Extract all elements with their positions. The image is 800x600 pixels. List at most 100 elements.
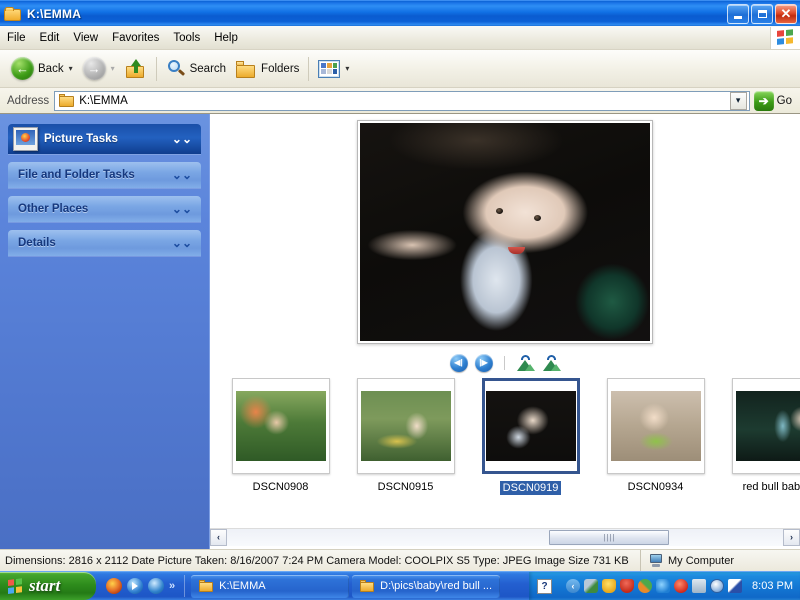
- pen-icon[interactable]: [728, 579, 743, 593]
- toolbar-separator-1: [155, 56, 157, 81]
- clock-icon[interactable]: [710, 579, 725, 593]
- scrollbar-track[interactable]: ||||: [227, 528, 783, 546]
- folders-button[interactable]: Folders: [231, 54, 304, 84]
- thumbnail-item[interactable]: red bull baby (2: [718, 378, 800, 493]
- chevron-down-icon[interactable]: ⌄⌄: [172, 203, 192, 215]
- scroll-right-button[interactable]: ›: [783, 528, 800, 546]
- scroll-left-button[interactable]: ‹: [210, 528, 227, 546]
- preview-image: [360, 123, 650, 341]
- scrollbar-thumb[interactable]: ||||: [549, 529, 670, 545]
- address-input[interactable]: K:\EMMA ▾: [54, 90, 750, 111]
- thumbnail-strip: DSCN0908 DSCN0915 DSCN0919 DSCN0934 red …: [210, 378, 800, 528]
- thumbnail-label: red bull baby (2: [742, 481, 800, 493]
- go-button[interactable]: ➔ Go: [750, 90, 796, 111]
- menu-bar: File Edit View Favorites Tools Help: [0, 26, 800, 50]
- thumbnail-image: [360, 391, 451, 461]
- previous-image-button[interactable]: ◀|: [449, 354, 468, 372]
- sync-arrows-icon[interactable]: [638, 579, 653, 593]
- windows-flag-icon: [8, 577, 24, 595]
- warning-shield-icon[interactable]: [602, 579, 617, 593]
- search-label: Search: [189, 62, 227, 75]
- close-button[interactable]: ✕: [775, 3, 797, 24]
- thumbnail-item-selected[interactable]: DSCN0919: [468, 378, 593, 495]
- back-dropdown-caret[interactable]: ▾: [69, 64, 73, 73]
- windows-flag-icon: [770, 26, 800, 49]
- firefox-icon[interactable]: [106, 578, 122, 594]
- horizontal-scrollbar[interactable]: ‹ |||| ›: [210, 528, 800, 546]
- forward-arrow-icon: →: [82, 57, 106, 80]
- menu-tools[interactable]: Tools: [166, 29, 207, 47]
- network-icon[interactable]: [584, 579, 599, 593]
- rotate-clockwise-icon[interactable]: [542, 355, 561, 371]
- back-button[interactable]: ← Back ▾: [6, 54, 78, 84]
- minimize-button[interactable]: [727, 3, 749, 24]
- rotate-counterclockwise-icon[interactable]: [516, 355, 535, 371]
- menu-edit[interactable]: Edit: [33, 29, 67, 47]
- up-button[interactable]: [120, 54, 152, 84]
- content-area: ◀| |▶ DSCN0908 DSCN0915 DSCN0919 DSCN093…: [210, 114, 800, 549]
- chevron-down-icon[interactable]: ⌄⌄: [172, 133, 192, 145]
- start-button[interactable]: start: [0, 572, 96, 600]
- panel-other-places[interactable]: Other Places ⌄⌄: [8, 196, 201, 222]
- menu-view[interactable]: View: [66, 29, 105, 47]
- folder-icon: [59, 94, 75, 107]
- panel-details[interactable]: Details ⌄⌄: [8, 230, 201, 256]
- tray-expand-icon[interactable]: ‹: [566, 579, 581, 593]
- address-dropdown-button[interactable]: ▾: [729, 91, 747, 110]
- thumbnail-label: DSCN0919: [499, 481, 562, 495]
- search-button[interactable]: Search: [161, 54, 231, 84]
- magnifier-icon: [166, 59, 186, 79]
- views-button[interactable]: ▾: [313, 54, 354, 84]
- chevron-down-icon[interactable]: ⌄⌄: [172, 237, 192, 249]
- address-bar: Address K:\EMMA ▾ ➔ Go: [0, 88, 800, 114]
- my-computer-icon: [649, 554, 663, 567]
- chevron-down-icon[interactable]: ⌄⌄: [172, 169, 192, 181]
- menu-help[interactable]: Help: [207, 29, 245, 47]
- forward-dropdown-caret[interactable]: ▾: [111, 64, 115, 73]
- views-dropdown-caret[interactable]: ▾: [345, 64, 349, 73]
- help-icon[interactable]: ?: [537, 578, 553, 594]
- volume-icon[interactable]: [656, 579, 671, 593]
- security-shield-icon[interactable]: [620, 579, 635, 593]
- maximize-button[interactable]: [751, 3, 773, 24]
- task-button-label: D:\pics\baby\red bull ...: [380, 580, 493, 592]
- window-folder-icon: [4, 6, 22, 22]
- menu-file[interactable]: File: [0, 29, 33, 47]
- thumbnail-item[interactable]: DSCN0934: [593, 378, 718, 493]
- thumbnail-item[interactable]: DSCN0915: [343, 378, 468, 493]
- window-controls: ✕: [727, 3, 800, 24]
- folders-label: Folders: [261, 62, 300, 75]
- antivirus-icon[interactable]: [674, 579, 689, 593]
- next-image-button[interactable]: |▶: [474, 354, 493, 372]
- thumbnail-label: DSCN0934: [627, 481, 684, 493]
- preview-frame[interactable]: [357, 120, 653, 344]
- thumbnail-item[interactable]: DSCN0908: [218, 378, 343, 493]
- panel-title-file-and-folder-tasks: File and Folder Tasks: [18, 169, 135, 181]
- taskbar-clock[interactable]: 8:03 PM: [752, 580, 793, 592]
- task-button-emma[interactable]: K:\EMMA: [191, 574, 350, 598]
- thumbnail-image: [485, 391, 576, 461]
- panel-title-details: Details: [18, 237, 56, 249]
- task-button-redbull[interactable]: D:\pics\baby\red bull ...: [352, 574, 501, 598]
- quick-launch-overflow-icon[interactable]: »: [169, 580, 175, 592]
- internet-explorer-icon[interactable]: [148, 578, 164, 594]
- panel-file-and-folder-tasks[interactable]: File and Folder Tasks ⌄⌄: [8, 162, 201, 188]
- taskbar: start » K:\EMMA D:\pics\baby\red bull ..…: [0, 571, 800, 600]
- window-title: K:\EMMA: [27, 6, 82, 21]
- letter-icon[interactable]: [692, 579, 707, 593]
- go-label: Go: [776, 94, 792, 107]
- thumbnail-image: [235, 391, 326, 461]
- menu-favorites[interactable]: Favorites: [105, 29, 166, 47]
- thumbnail-image: [735, 391, 800, 461]
- controls-separator: [503, 356, 505, 370]
- up-folder-icon: [125, 58, 147, 79]
- back-arrow-icon: ←: [11, 57, 34, 80]
- folder-icon: [199, 580, 214, 592]
- panel-picture-tasks[interactable]: Picture Tasks ⌄⌄: [8, 124, 201, 154]
- forward-button[interactable]: → ▾: [78, 54, 120, 84]
- thumbnail-label: DSCN0908: [252, 481, 309, 493]
- explorer-window: K:\EMMA ✕ File Edit View Favorites Tools…: [0, 0, 800, 600]
- folder-icon: [236, 60, 257, 78]
- back-label: Back: [38, 62, 64, 75]
- media-player-icon[interactable]: [127, 578, 143, 594]
